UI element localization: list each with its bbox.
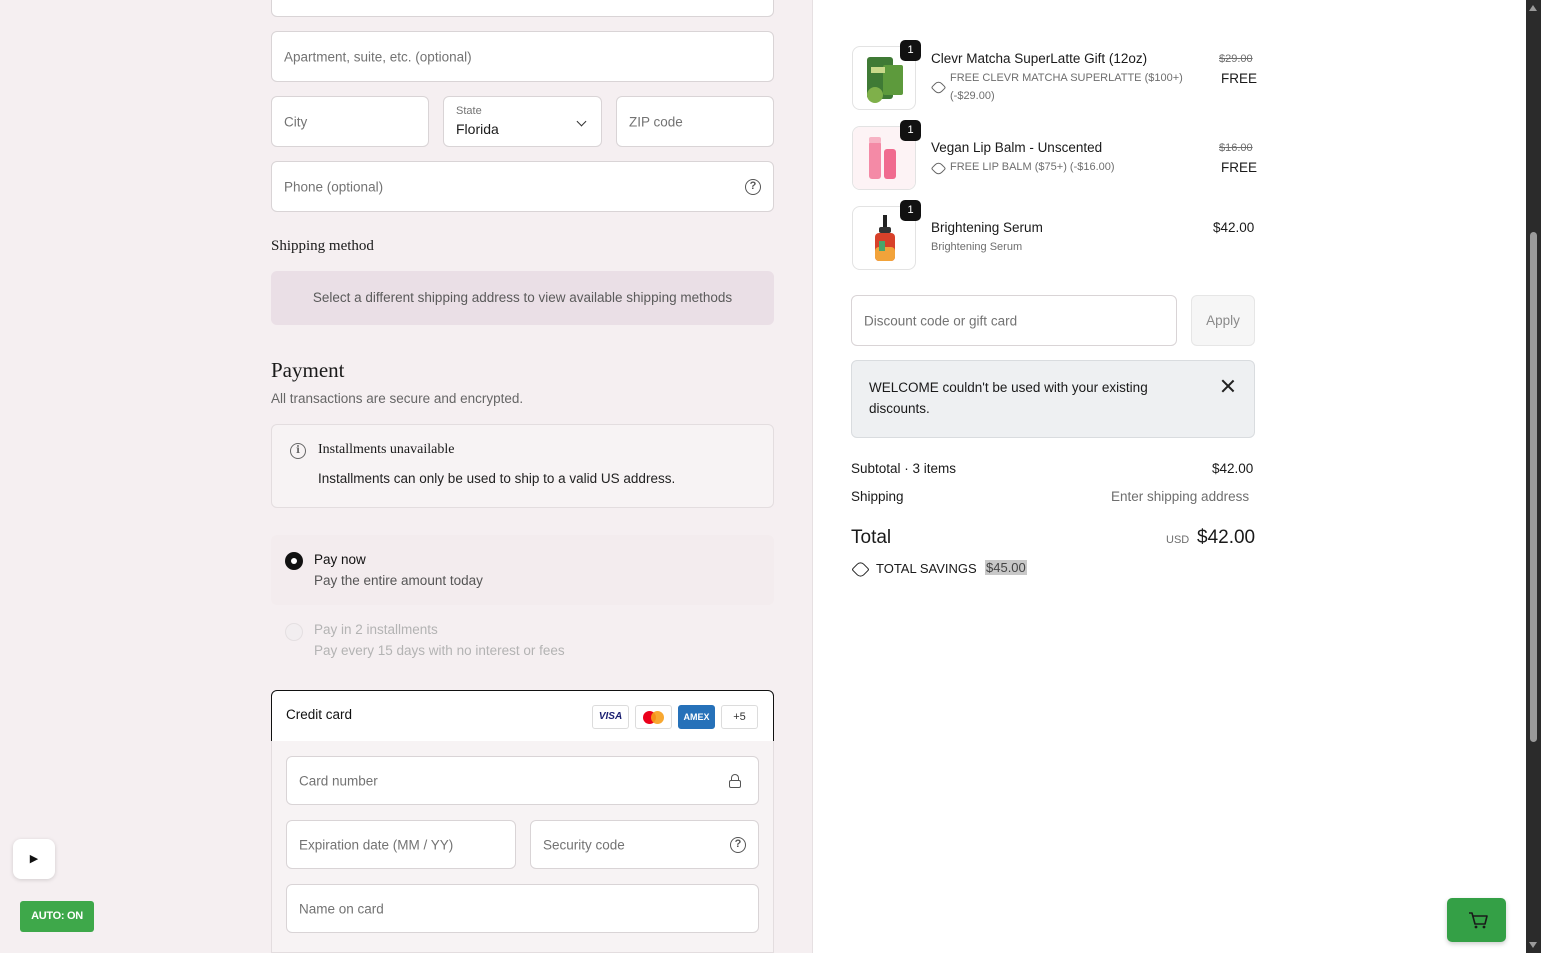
cart-item-discount-amount: (-$29.00): [950, 90, 995, 102]
pay-installments-option: Pay in 2 installments Pay every 15 days …: [271, 612, 774, 668]
security-code-field[interactable]: Security code ?: [530, 820, 759, 869]
apartment-field[interactable]: Apartment, suite, etc. (optional): [271, 31, 774, 82]
shipping-method-heading: Shipping method: [271, 238, 374, 254]
scroll-up-icon[interactable]: [1529, 5, 1537, 11]
visa-icon: VISA: [592, 705, 629, 729]
checkout-form-pane: Apartment, suite, etc. (optional) City S…: [0, 0, 812, 953]
city-placeholder: City: [284, 114, 308, 129]
cart-item-price: FREE: [1221, 160, 1258, 175]
card-number-field[interactable]: Card number: [286, 756, 759, 805]
cart-item-price: $42.00: [1213, 220, 1255, 235]
card-number-placeholder: Card number: [299, 773, 378, 788]
credit-card-label: Credit card: [286, 707, 353, 722]
play-button[interactable]: ▶: [13, 839, 55, 879]
name-on-card-field[interactable]: Name on card: [286, 884, 759, 933]
apply-button[interactable]: Apply: [1191, 295, 1255, 346]
cart-button[interactable]: [1447, 898, 1506, 942]
installments-text: Installments can only be used to ship to…: [318, 471, 676, 486]
expiry-placeholder: Expiration date (MM / YY): [299, 837, 454, 852]
phone-field[interactable]: Phone (optional) ?: [271, 161, 774, 212]
pay-now-radio[interactable]: [285, 552, 303, 570]
info-icon: i: [290, 443, 306, 459]
apartment-placeholder: Apartment, suite, etc. (optional): [284, 49, 472, 64]
credit-card-form: Card number Expiration date (MM / YY) Se…: [271, 741, 774, 953]
more-cards-badge: +5: [721, 705, 758, 729]
discount-code-placeholder: Discount code or gift card: [864, 313, 1018, 328]
pay-installments-desc: Pay every 15 days with no interest or fe…: [314, 643, 565, 658]
shipping-value: Enter shipping address: [1111, 489, 1250, 504]
total-savings-value: $45.00: [985, 560, 1027, 575]
pay-installments-title: Pay in 2 installments: [314, 622, 438, 637]
pay-now-option[interactable]: Pay now Pay the entire amount today: [271, 535, 774, 605]
total-currency: USD: [1166, 534, 1190, 546]
installments-notice: i Installments unavailable Installments …: [271, 424, 774, 508]
payment-heading: Payment: [271, 358, 345, 382]
discount-code-input[interactable]: Discount code or gift card: [851, 295, 1177, 346]
cart-item-original-price: $16.00: [1219, 142, 1253, 154]
auto-toggle-button[interactable]: AUTO: ON: [20, 901, 94, 932]
amex-icon: AMEX: [678, 705, 715, 729]
quantity-badge: 1: [900, 120, 921, 141]
name-on-card-placeholder: Name on card: [299, 901, 384, 916]
security-code-placeholder: Security code: [543, 837, 625, 852]
address-field[interactable]: [271, 0, 774, 17]
total-savings-label: TOTAL SAVINGS: [876, 561, 977, 576]
state-value: Florida: [456, 121, 499, 137]
cart-icon: [1469, 912, 1488, 929]
expiry-field[interactable]: Expiration date (MM / YY): [286, 820, 516, 869]
discount-error-message: WELCOME couldn't be used with your exist…: [869, 380, 1148, 416]
city-field[interactable]: City: [271, 96, 429, 147]
order-summary-pane: [812, 0, 1526, 953]
lock-icon: [729, 774, 741, 788]
state-label: State: [456, 105, 482, 117]
shipping-notice: Select a different shipping address to v…: [271, 271, 774, 325]
mastercard-icon: [635, 705, 672, 729]
quantity-badge: 1: [900, 40, 921, 61]
pay-now-title: Pay now: [314, 552, 366, 567]
payment-subtitle: All transactions are secure and encrypte…: [271, 391, 524, 406]
pay-now-desc: Pay the entire amount today: [314, 573, 483, 588]
chevron-down-icon: [576, 116, 587, 127]
quantity-badge: 1: [900, 200, 921, 221]
discount-error-banner: WELCOME couldn't be used with your exist…: [851, 360, 1255, 438]
phone-placeholder: Phone (optional): [284, 179, 384, 194]
cart-item-original-price: $29.00: [1219, 53, 1253, 65]
cart-item-price: FREE: [1221, 71, 1258, 86]
pay-installments-radio: [285, 623, 303, 641]
zip-field[interactable]: ZIP code: [616, 96, 774, 147]
cart-item-discount: FREE CLEVR MATCHA SUPERLATTE ($100+): [950, 72, 1183, 84]
help-icon[interactable]: ?: [730, 836, 746, 853]
state-select[interactable]: State Florida: [443, 96, 602, 147]
credit-card-option[interactable]: Credit card VISA AMEX +5: [271, 690, 774, 742]
total-label: Total: [851, 527, 892, 548]
cart-item-variant: Brightening Serum: [931, 241, 1023, 253]
cart-item-name: Vegan Lip Balm - Unscented: [931, 140, 1103, 155]
shipping-label: Shipping: [851, 489, 904, 504]
zip-placeholder: ZIP code: [629, 114, 683, 129]
cart-item-discount: FREE LIP BALM ($75+) (-$16.00): [950, 161, 1115, 173]
scrollbar[interactable]: [1526, 0, 1541, 953]
scroll-down-icon[interactable]: [1529, 942, 1537, 948]
total-value: $42.00: [1197, 527, 1256, 548]
cart-item-name: Brightening Serum: [931, 220, 1043, 235]
subtotal-value: $42.00: [1212, 461, 1254, 476]
cart-item-name: Clevr Matcha SuperLatte Gift (12oz): [931, 51, 1148, 66]
subtotal-label: Subtotal · 3 items: [851, 461, 957, 476]
scrollbar-thumb[interactable]: [1530, 232, 1537, 742]
installments-title: Installments unavailable: [318, 442, 455, 457]
help-icon[interactable]: ?: [745, 178, 761, 195]
close-icon[interactable]: [1221, 379, 1235, 393]
